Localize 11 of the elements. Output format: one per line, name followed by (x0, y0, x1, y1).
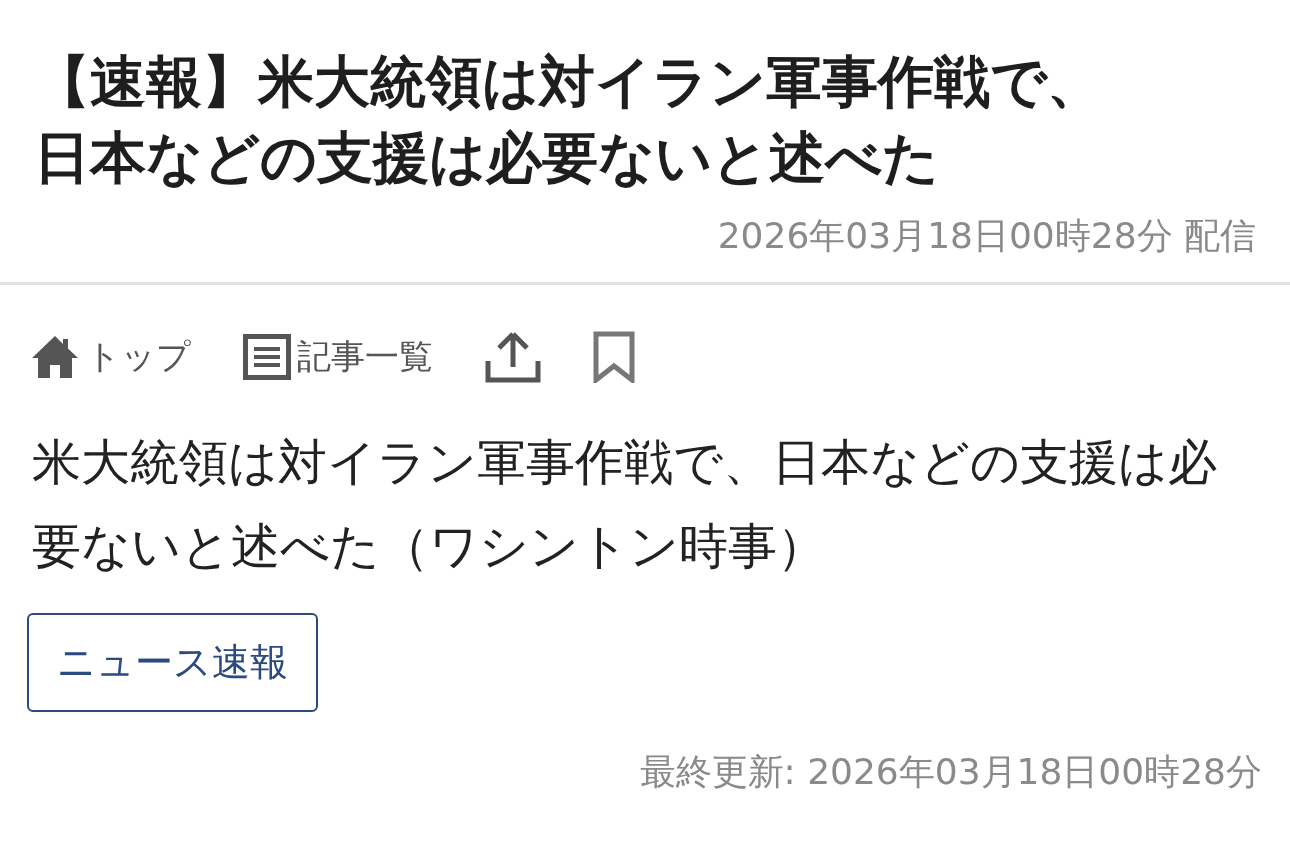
article-body: 米大統領は対イラン軍事作戦で、日本などの支援は必要ないと述べた（ワシントン時事） (31, 433, 1218, 577)
bookmark-icon[interactable] (593, 331, 635, 383)
share-icon[interactable] (485, 331, 541, 383)
document-list-icon (243, 334, 291, 380)
toolbar-link[interactable]: 記事一覧 (297, 334, 433, 380)
toolbar-link[interactable]: トップ (86, 334, 191, 380)
updated-date: 最終更新: 2026年03月18日00時28分 (638, 750, 1263, 794)
article-title: 【速報】米大統領は対イラン軍事作戦で、日本などの支援は必要ないと述べた (34, 48, 1104, 192)
publish-date: 2026年03月18日00時28分 配信 (716, 214, 1257, 258)
home-icon (30, 334, 80, 380)
category-tag[interactable]: ニュース速報 (27, 613, 318, 712)
